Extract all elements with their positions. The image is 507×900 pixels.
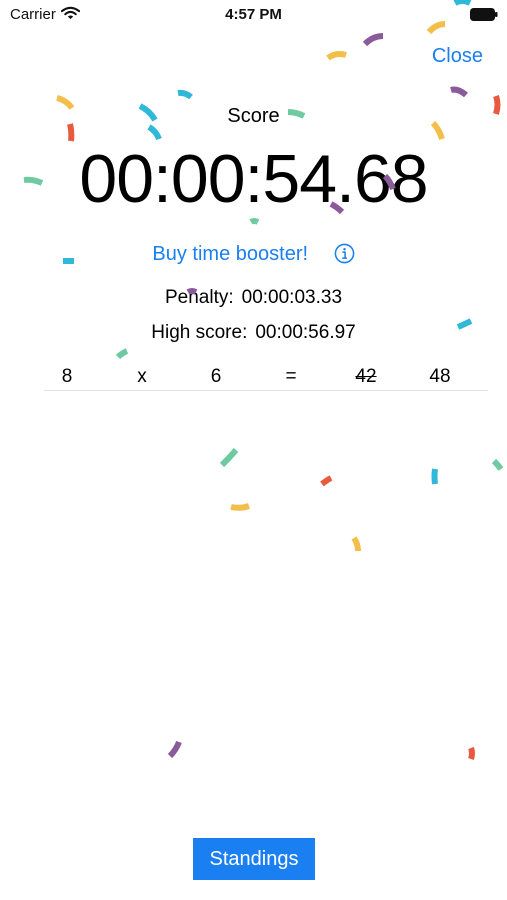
close-button[interactable]: Close [432,45,483,68]
equation-row: 8 x 6 = 42 48 [44,366,488,390]
equals-sign: = [285,366,297,387]
high-score-label: High score: [151,322,248,343]
standings-button[interactable]: Standings [193,838,315,880]
confetti-overlay [23,0,504,760]
info-icon[interactable] [334,243,355,264]
battery-icon [470,8,498,21]
operator: x [137,366,147,387]
high-score-row: High score: 00:00:56.97 [0,322,507,344]
operand-a: 8 [61,366,73,387]
high-score-value: 00:00:56.97 [255,322,356,343]
score-value: 00:00:54.68 [79,141,428,217]
score-screen: Carrier 4:57 PM Close Score 00:00:54.68 … [0,0,507,900]
status-bar: Carrier 4:57 PM [0,0,507,30]
status-time: 4:57 PM [225,6,282,23]
buy-time-booster-link[interactable]: Buy time booster! [152,243,308,265]
operand-b: 6 [210,366,222,387]
penalty-row: Penalty: 00:00:03.33 [0,287,507,309]
wrong-answer: 42 [355,366,377,387]
penalty-label: Penalty: [164,287,234,308]
correct-answer: 48 [429,366,451,387]
score-label: Score [227,105,280,127]
booster-row: Buy time booster! [0,243,507,266]
penalty-value: 00:00:03.33 [241,287,343,308]
equation-divider [44,390,488,391]
